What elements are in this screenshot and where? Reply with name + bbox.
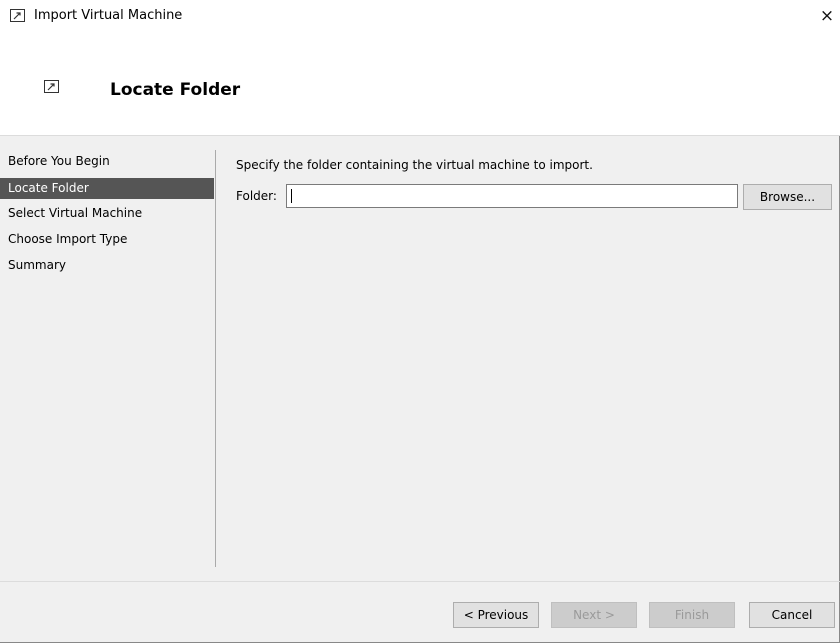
instruction-text: Specify the folder containing the virtua… xyxy=(236,158,593,172)
footer-divider xyxy=(0,581,840,582)
nav-item-before-you-begin[interactable]: Before You Begin xyxy=(0,150,214,176)
cancel-button[interactable]: Cancel xyxy=(749,602,835,628)
previous-button[interactable]: < Previous xyxy=(453,602,539,628)
wizard-steps-nav: Before You Begin Locate Folder Select Vi… xyxy=(0,150,214,280)
nav-divider xyxy=(215,150,216,567)
nav-item-select-virtual-machine[interactable]: Select Virtual Machine xyxy=(0,202,214,228)
close-icon[interactable]: × xyxy=(812,4,840,28)
nav-item-label: Before You Begin xyxy=(8,154,110,168)
nav-item-choose-import-type[interactable]: Choose Import Type xyxy=(0,228,214,254)
import-vm-icon xyxy=(44,80,59,96)
folder-label: Folder: xyxy=(236,189,277,203)
page-title: Locate Folder xyxy=(110,80,241,100)
import-vm-icon xyxy=(10,9,25,25)
browse-button[interactable]: Browse... xyxy=(743,184,832,210)
import-vm-window: Import Virtual Machine × Locate Folder B… xyxy=(0,0,840,643)
nav-item-summary[interactable]: Summary xyxy=(0,254,214,280)
nav-item-label: Choose Import Type xyxy=(8,232,128,246)
nav-item-locate-folder[interactable]: Locate Folder xyxy=(0,178,214,199)
title-bar: Import Virtual Machine × xyxy=(0,0,840,32)
nav-item-label: Locate Folder xyxy=(8,181,89,195)
nav-item-label: Summary xyxy=(8,258,66,272)
window-title: Import Virtual Machine xyxy=(34,8,183,23)
text-cursor xyxy=(291,189,292,203)
folder-input[interactable] xyxy=(286,184,738,208)
page-header: Locate Folder xyxy=(0,32,840,136)
finish-button[interactable]: Finish xyxy=(649,602,735,628)
nav-item-label: Select Virtual Machine xyxy=(8,206,143,220)
next-button[interactable]: Next > xyxy=(551,602,637,628)
